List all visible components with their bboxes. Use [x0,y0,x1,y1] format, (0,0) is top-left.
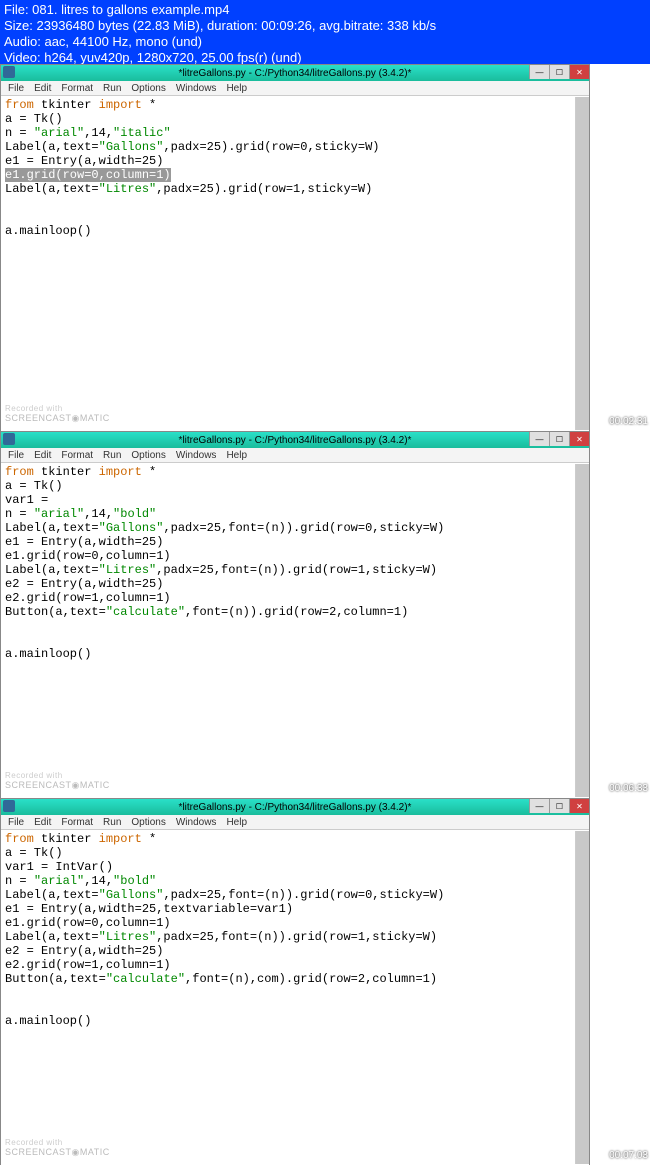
maximize-button[interactable]: ☐ [549,65,569,79]
menu-run[interactable]: Run [98,450,126,461]
file-line: File: 081. litres to gallons example.mp4 [4,2,646,18]
menu-help[interactable]: Help [221,817,252,828]
menubar: File Edit Format Run Options Windows Hel… [1,81,589,96]
timestamp: 00:02:31 [609,416,648,427]
menu-format[interactable]: Format [56,450,98,461]
code-editor[interactable]: from tkinter import * a = Tk() var1 = n … [1,463,589,798]
code-editor[interactable]: from tkinter import * a = Tk() n = "aria… [1,96,589,431]
scrollbar-vertical[interactable] [575,464,589,797]
menu-file[interactable]: File [3,83,29,94]
timestamp: 00:06:33 [609,783,648,794]
menu-run[interactable]: Run [98,83,126,94]
python-icon [3,66,15,78]
python-icon [3,433,15,445]
window-title: *litreGallons.py - C:/Python34/litreGall… [179,68,412,79]
scrollbar-vertical[interactable] [575,831,589,1164]
window-titlebar[interactable]: *litreGallons.py - C:/Python34/litreGall… [1,65,589,81]
scrollbar-vertical[interactable] [575,97,589,430]
menu-options[interactable]: Options [126,450,170,461]
menu-windows[interactable]: Windows [171,450,222,461]
menu-help[interactable]: Help [221,83,252,94]
menu-format[interactable]: Format [56,817,98,828]
code-editor[interactable]: from tkinter import * a = Tk() var1 = In… [1,830,589,1165]
size-line: Size: 23936480 bytes (22.83 MiB), durati… [4,18,646,34]
menu-file[interactable]: File [3,450,29,461]
timestamp: 00:07:03 [609,1150,648,1161]
selected-text: e1.grid(row=0,column=1) [5,168,171,182]
menu-format[interactable]: Format [56,83,98,94]
menubar: File Edit Format Run Options Windows Hel… [1,815,589,830]
screencast-watermark: Recorded with SCREENCAST◉MATIC [5,1138,110,1158]
screencast-watermark: Recorded with SCREENCAST◉MATIC [5,771,110,791]
menu-edit[interactable]: Edit [29,817,56,828]
menu-run[interactable]: Run [98,817,126,828]
audio-line: Audio: aac, 44100 Hz, mono (und) [4,34,646,50]
maximize-button[interactable]: ☐ [549,432,569,446]
close-button[interactable]: ✕ [569,799,589,813]
close-button[interactable]: ✕ [569,432,589,446]
minimize-button[interactable]: — [529,432,549,446]
menu-help[interactable]: Help [221,450,252,461]
screencast-watermark: Recorded with SCREENCAST◉MATIC [5,404,110,424]
window-titlebar[interactable]: *litreGallons.py - C:/Python34/litreGall… [1,799,589,815]
window-title: *litreGallons.py - C:/Python34/litreGall… [179,802,412,813]
menu-windows[interactable]: Windows [171,83,222,94]
window-titlebar[interactable]: *litreGallons.py - C:/Python34/litreGall… [1,432,589,448]
close-button[interactable]: ✕ [569,65,589,79]
menu-options[interactable]: Options [126,83,170,94]
python-icon [3,800,15,812]
maximize-button[interactable]: ☐ [549,799,569,813]
menu-options[interactable]: Options [126,817,170,828]
menu-edit[interactable]: Edit [29,83,56,94]
minimize-button[interactable]: — [529,799,549,813]
minimize-button[interactable]: — [529,65,549,79]
window-title: *litreGallons.py - C:/Python34/litreGall… [179,435,412,446]
menu-file[interactable]: File [3,817,29,828]
menu-edit[interactable]: Edit [29,450,56,461]
menu-windows[interactable]: Windows [171,817,222,828]
media-info-header: File: 081. litres to gallons example.mp4… [0,0,650,64]
menubar: File Edit Format Run Options Windows Hel… [1,448,589,463]
